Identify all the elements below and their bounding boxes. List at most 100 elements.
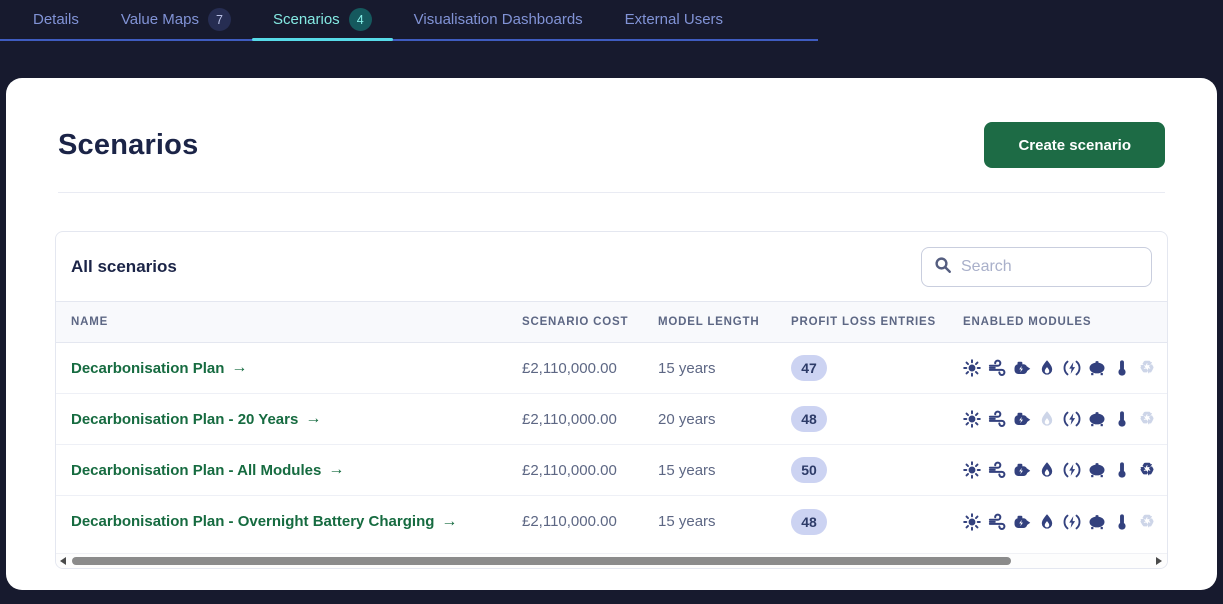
scenario-name: Decarbonisation Plan - 20 Years	[71, 411, 298, 428]
thermometer-icon	[1113, 359, 1131, 377]
enabled-modules-cell: ♻	[963, 359, 1167, 377]
tab-label: Value Maps	[121, 11, 199, 28]
arrow-right-icon: →	[328, 461, 344, 479]
profit-loss-count-badge: 48	[791, 509, 827, 535]
profit-loss-entries-cell: 48	[791, 406, 963, 432]
gas-cylinder-icon	[1163, 513, 1167, 531]
thermometer-icon	[1113, 461, 1131, 479]
flame-icon	[1038, 410, 1056, 428]
gas-cylinder-icon	[1163, 410, 1167, 428]
scenario-link[interactable]: Decarbonisation Plan →	[71, 359, 247, 377]
model-length-cell: 20 years	[658, 411, 791, 428]
enabled-modules-cell: ♻	[963, 513, 1167, 531]
tab-visualisation-dashboards[interactable]: Visualisation Dashboards	[393, 0, 604, 39]
create-scenario-button[interactable]: Create scenario	[984, 122, 1165, 168]
column-header-model-length: MODEL LENGTH	[658, 316, 791, 328]
recycle-icon: ♻	[1138, 359, 1156, 377]
heat-pump-icon	[1013, 410, 1031, 428]
tab-count-badge: 4	[349, 8, 372, 31]
gas-cylinder-icon	[1163, 359, 1167, 377]
thermometer-icon	[1113, 410, 1131, 428]
wind-icon	[988, 410, 1006, 428]
ev-charging-icon	[1063, 461, 1081, 479]
project-tab-bar: Details Value Maps 7 Scenarios 4 Visualisatio…	[0, 0, 818, 41]
table-row: Decarbonisation Plan→£2,110,000.0015 yea…	[56, 343, 1167, 394]
model-length-cell: 15 years	[658, 462, 791, 479]
model-length-cell: 15 years	[658, 360, 791, 377]
profit-loss-count-badge: 48	[791, 406, 827, 432]
tab-scenarios[interactable]: Scenarios 4	[252, 0, 393, 39]
sun-icon	[963, 461, 981, 479]
scenario-name: Decarbonisation Plan - All Modules	[71, 462, 321, 479]
heat-pump-icon	[1013, 513, 1031, 531]
scenario-name: Decarbonisation Plan - Overnight Battery…	[71, 513, 434, 530]
ev-charging-icon	[1063, 410, 1081, 428]
page-title: Scenarios	[58, 129, 198, 162]
column-header-scenario-cost: SCENARIO COST	[522, 316, 658, 328]
scenario-name: Decarbonisation Plan	[71, 360, 224, 377]
scenario-link[interactable]: Decarbonisation Plan - Overnight Battery…	[71, 513, 457, 531]
flame-icon	[1038, 513, 1056, 531]
all-scenarios-panel: All scenarios NAMESCENARIO COSTMODEL LEN…	[55, 231, 1168, 569]
wind-icon	[988, 359, 1006, 377]
ev-charging-icon	[1063, 359, 1081, 377]
arrow-right-icon: →	[441, 513, 457, 531]
profit-loss-entries-cell: 48	[791, 509, 963, 535]
storage-tank-icon	[1088, 513, 1106, 531]
profit-loss-count-badge: 50	[791, 457, 827, 483]
scrollbar-thumb[interactable]	[72, 557, 1011, 565]
tab-external-users[interactable]: External Users	[604, 0, 744, 39]
scenario-name-cell: Decarbonisation Plan - All Modules →	[71, 461, 522, 479]
header-divider	[58, 192, 1165, 193]
sun-icon	[963, 359, 981, 377]
flame-icon	[1038, 461, 1056, 479]
tab-details[interactable]: Details	[12, 0, 100, 39]
tab-value-maps[interactable]: Value Maps 7	[100, 0, 252, 39]
panel-title: All scenarios	[71, 257, 177, 277]
scenario-link[interactable]: Decarbonisation Plan - 20 Years →	[71, 410, 321, 428]
enabled-modules-cell: ♻	[963, 461, 1167, 479]
recycle-icon: ♻	[1138, 410, 1156, 428]
search-input[interactable]	[961, 258, 1168, 276]
thermometer-icon	[1113, 513, 1131, 531]
arrow-right-icon: →	[305, 410, 321, 428]
wind-icon	[988, 513, 1006, 531]
scenario-name-cell: Decarbonisation Plan - 20 Years →	[71, 410, 522, 428]
recycle-icon: ♻	[1138, 513, 1156, 531]
scrollbar-right-arrow-icon[interactable]	[1155, 557, 1164, 566]
search-box[interactable]	[921, 247, 1152, 287]
storage-tank-icon	[1088, 410, 1106, 428]
scenario-name-cell: Decarbonisation Plan - Overnight Battery…	[71, 513, 522, 531]
tab-count-badge: 7	[208, 8, 231, 31]
storage-tank-icon	[1088, 359, 1106, 377]
heat-pump-icon	[1013, 359, 1031, 377]
profit-loss-entries-cell: 50	[791, 457, 963, 483]
profit-loss-entries-cell: 47	[791, 355, 963, 381]
table-header-row: NAMESCENARIO COSTMODEL LENGTHPROFIT LOSS…	[56, 301, 1167, 343]
scenario-name-cell: Decarbonisation Plan →	[71, 359, 522, 377]
table-row: Decarbonisation Plan - Overnight Battery…	[56, 496, 1167, 547]
tab-label: Details	[33, 11, 79, 28]
recycle-icon: ♻	[1138, 461, 1156, 479]
scrollbar-track[interactable]	[72, 557, 1151, 566]
scenarios-card: Scenarios Create scenario All scenarios …	[6, 78, 1217, 590]
scrollbar-left-arrow-icon[interactable]	[59, 557, 68, 566]
magnifier-icon	[934, 256, 952, 279]
scenarios-table-body: Decarbonisation Plan→£2,110,000.0015 yea…	[56, 343, 1167, 547]
heat-pump-icon	[1013, 461, 1031, 479]
tab-label: Scenarios	[273, 11, 340, 28]
storage-tank-icon	[1088, 461, 1106, 479]
scenario-link[interactable]: Decarbonisation Plan - All Modules →	[71, 461, 344, 479]
scenario-cost-cell: £2,110,000.00	[522, 411, 658, 428]
gas-cylinder-icon	[1163, 461, 1167, 479]
scenario-cost-cell: £2,110,000.00	[522, 462, 658, 479]
arrow-right-icon: →	[231, 359, 247, 377]
sun-icon	[963, 410, 981, 428]
card-header: Scenarios Create scenario	[52, 122, 1171, 168]
horizontal-scrollbar[interactable]	[56, 553, 1167, 568]
ev-charging-icon	[1063, 513, 1081, 531]
scenario-cost-cell: £2,110,000.00	[522, 513, 658, 530]
enabled-modules-cell: ♻	[963, 410, 1167, 428]
tab-label: Visualisation Dashboards	[414, 11, 583, 28]
table-row: Decarbonisation Plan - All Modules → £2,11…	[56, 445, 1167, 496]
